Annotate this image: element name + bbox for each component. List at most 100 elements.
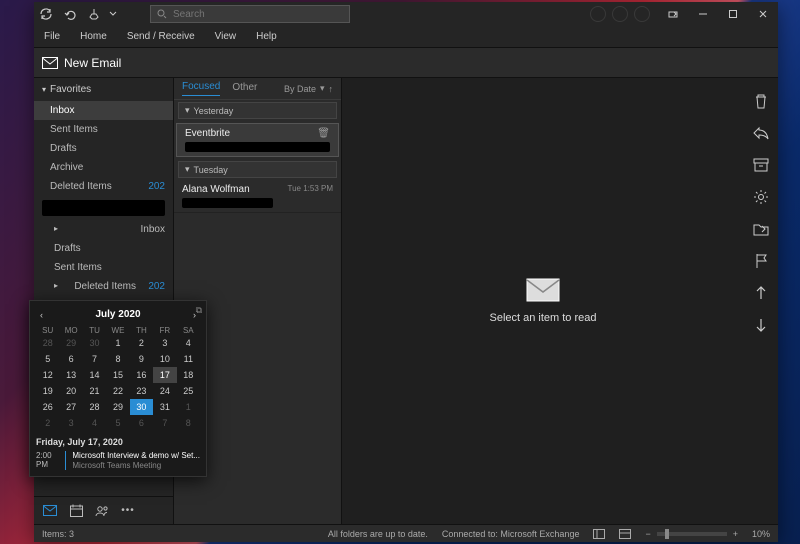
folder-account-sent[interactable]: Sent Items [34, 258, 173, 277]
calendar-day[interactable]: 4 [177, 335, 200, 351]
favorites-header[interactable]: ▾Favorites [34, 78, 173, 101]
calendar-day[interactable]: 4 [83, 415, 106, 431]
calendar-day[interactable]: 21 [83, 383, 106, 399]
folder-account-drafts[interactable]: Drafts [34, 239, 173, 258]
folder-account-deleted[interactable]: ▸Deleted Items202 [34, 277, 173, 296]
zoom-in-icon[interactable]: + [733, 529, 738, 539]
folder-drafts[interactable]: Drafts [34, 139, 173, 158]
calendar-day[interactable]: 29 [59, 335, 82, 351]
view-reading-icon[interactable] [619, 529, 631, 539]
calendar-day[interactable]: 8 [106, 351, 129, 367]
tab-focused[interactable]: Focused [182, 81, 220, 96]
calendar-day[interactable]: 18 [177, 367, 200, 383]
calendar-day[interactable]: 25 [177, 383, 200, 399]
calendar-day[interactable]: 9 [130, 351, 153, 367]
calendar-day[interactable]: 22 [106, 383, 129, 399]
folder-account-inbox[interactable]: ▸Inbox [34, 220, 173, 239]
cal-prev-icon[interactable]: ‹ [40, 310, 43, 320]
calendar-day[interactable]: 7 [83, 351, 106, 367]
calendar-day[interactable]: 17 [153, 367, 176, 383]
calendar-day[interactable]: 2 [36, 415, 59, 431]
menu-home[interactable]: Home [70, 27, 117, 46]
calendar-day[interactable]: 1 [177, 399, 200, 415]
calendar-day[interactable]: 7 [153, 415, 176, 431]
calendar-day[interactable]: 3 [153, 335, 176, 351]
status-sync: All folders are up to date. [328, 529, 428, 539]
calendar-day[interactable]: 6 [59, 351, 82, 367]
nav-more-icon[interactable]: ••• [120, 503, 136, 519]
people-module-icon[interactable] [94, 503, 110, 519]
calendar-day[interactable]: 30 [130, 399, 153, 415]
ribbon-options-icon[interactable] [658, 2, 688, 26]
calendar-day[interactable]: 29 [106, 399, 129, 415]
calendar-day[interactable]: 13 [59, 367, 82, 383]
calendar-day[interactable]: 30 [83, 335, 106, 351]
menu-send-receive[interactable]: Send / Receive [117, 27, 205, 46]
calendar-day[interactable]: 16 [130, 367, 153, 383]
menu-help[interactable]: Help [246, 27, 287, 46]
calendar-day[interactable]: 26 [36, 399, 59, 415]
menu-view[interactable]: View [205, 27, 247, 46]
next-icon[interactable] [752, 316, 770, 334]
message-item[interactable]: Alana WolfmanTue 1:53 PM [174, 180, 341, 213]
calendar-day[interactable]: 19 [36, 383, 59, 399]
delete-icon[interactable] [752, 92, 770, 110]
undo-icon[interactable] [58, 2, 82, 26]
calendar-day[interactable]: 3 [59, 415, 82, 431]
group-yesterday[interactable]: ▾Yesterday [178, 102, 337, 119]
calendar-day[interactable]: 2 [130, 335, 153, 351]
touch-mode-icon[interactable] [82, 2, 106, 26]
qat-dropdown-icon[interactable] [106, 2, 120, 26]
calendar-day[interactable]: 14 [83, 367, 106, 383]
calendar-day[interactable]: 8 [177, 415, 200, 431]
calendar-day[interactable]: 6 [130, 415, 153, 431]
view-normal-icon[interactable] [593, 529, 605, 539]
close-button[interactable] [748, 2, 778, 26]
new-email-button[interactable]: New Email [42, 56, 121, 70]
calendar-day[interactable]: 27 [59, 399, 82, 415]
agenda-item[interactable]: 2:00 PM Microsoft Interview & demo w/ Se… [36, 451, 200, 470]
folder-archive[interactable]: Archive [34, 158, 173, 177]
maximize-button[interactable] [718, 2, 748, 26]
search-input[interactable] [173, 9, 343, 20]
calendar-day[interactable]: 5 [36, 351, 59, 367]
zoom-out-icon[interactable]: − [645, 529, 650, 539]
mail-module-icon[interactable] [42, 503, 58, 519]
menu-file[interactable]: File [34, 27, 70, 46]
flag-icon[interactable] [752, 252, 770, 270]
sort-menu[interactable]: By Date▾↑ [284, 83, 333, 94]
previous-icon[interactable] [752, 284, 770, 302]
calendar-day[interactable]: 11 [177, 351, 200, 367]
message-item[interactable]: Eventbrite🗑 [176, 123, 339, 157]
calendar-day[interactable]: 24 [153, 383, 176, 399]
calendar-day[interactable]: 10 [153, 351, 176, 367]
calendar-day[interactable]: 15 [106, 367, 129, 383]
settings-icon[interactable] [752, 188, 770, 206]
calendar-day[interactable]: 12 [36, 367, 59, 383]
reply-icon[interactable] [752, 124, 770, 142]
dock-peek-icon[interactable]: ⧉ [196, 305, 202, 316]
search-box[interactable] [150, 5, 350, 23]
calendar-day[interactable]: 20 [59, 383, 82, 399]
folder-sent-items[interactable]: Sent Items [34, 120, 173, 139]
calendar-day[interactable]: 28 [83, 399, 106, 415]
sort-ascending-icon[interactable]: ↑ [329, 84, 334, 94]
calendar-day[interactable]: 31 [153, 399, 176, 415]
folder-deleted-items[interactable]: Deleted Items202 [34, 177, 173, 196]
zoom-slider[interactable] [657, 532, 727, 536]
group-tuesday[interactable]: ▾Tuesday [178, 161, 337, 178]
sync-icon[interactable] [34, 2, 58, 26]
calendar-day[interactable]: 23 [130, 383, 153, 399]
calendar-day[interactable]: 5 [106, 415, 129, 431]
calendar-day[interactable]: 28 [36, 335, 59, 351]
folder-inbox[interactable]: Inbox [34, 101, 173, 120]
calendar-module-icon[interactable] [68, 503, 84, 519]
account-name-redacted[interactable] [42, 200, 165, 216]
tab-other[interactable]: Other [232, 82, 257, 96]
move-icon[interactable] [752, 220, 770, 238]
calendar-day[interactable]: 1 [106, 335, 129, 351]
minimize-button[interactable] [688, 2, 718, 26]
calendar-grid[interactable]: 2829301234567891011121314151617181920212… [36, 335, 200, 431]
archive-icon[interactable] [752, 156, 770, 174]
delete-message-icon[interactable]: 🗑 [317, 128, 330, 139]
